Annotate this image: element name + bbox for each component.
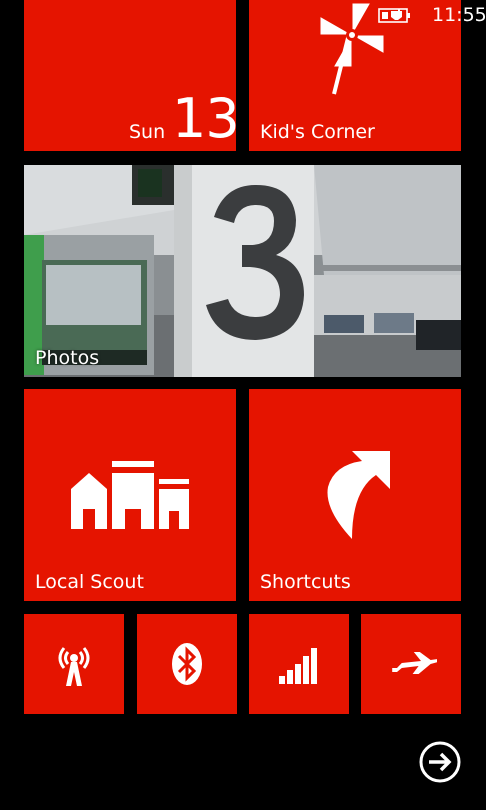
curved-arrow-icon (327, 451, 390, 539)
date-day: Sun (129, 121, 166, 143)
photos-label: Photos (35, 347, 100, 369)
shortcuts-label: Shortcuts (260, 571, 351, 593)
wifi-hotspot-icon (58, 647, 90, 686)
cellular-signal-icon (279, 648, 317, 684)
status-bar: 11:55 (0, 0, 486, 34)
local-scout-tile[interactable]: Local Scout (24, 389, 236, 601)
bluetooth-tile[interactable] (137, 614, 237, 714)
airplane-tile[interactable] (361, 614, 461, 714)
shortcuts-tile[interactable]: Shortcuts (249, 389, 461, 601)
local-scout-label: Local Scout (35, 571, 144, 593)
hotspot-tile[interactable] (24, 614, 124, 714)
kids-corner-label: Kid's Corner (260, 121, 375, 143)
battery-charging-icon (378, 8, 410, 23)
bluetooth-icon (172, 643, 202, 685)
arrow-right-circle-icon[interactable] (418, 740, 462, 784)
date-number: 13 (172, 87, 236, 150)
photos-tile-image (24, 165, 461, 377)
cellular-tile[interactable] (249, 614, 349, 714)
status-time: 11:55 (432, 4, 486, 26)
photos-tile[interactable]: Photos (24, 165, 461, 377)
buildings-icon (71, 461, 189, 529)
airplane-icon (392, 652, 437, 674)
